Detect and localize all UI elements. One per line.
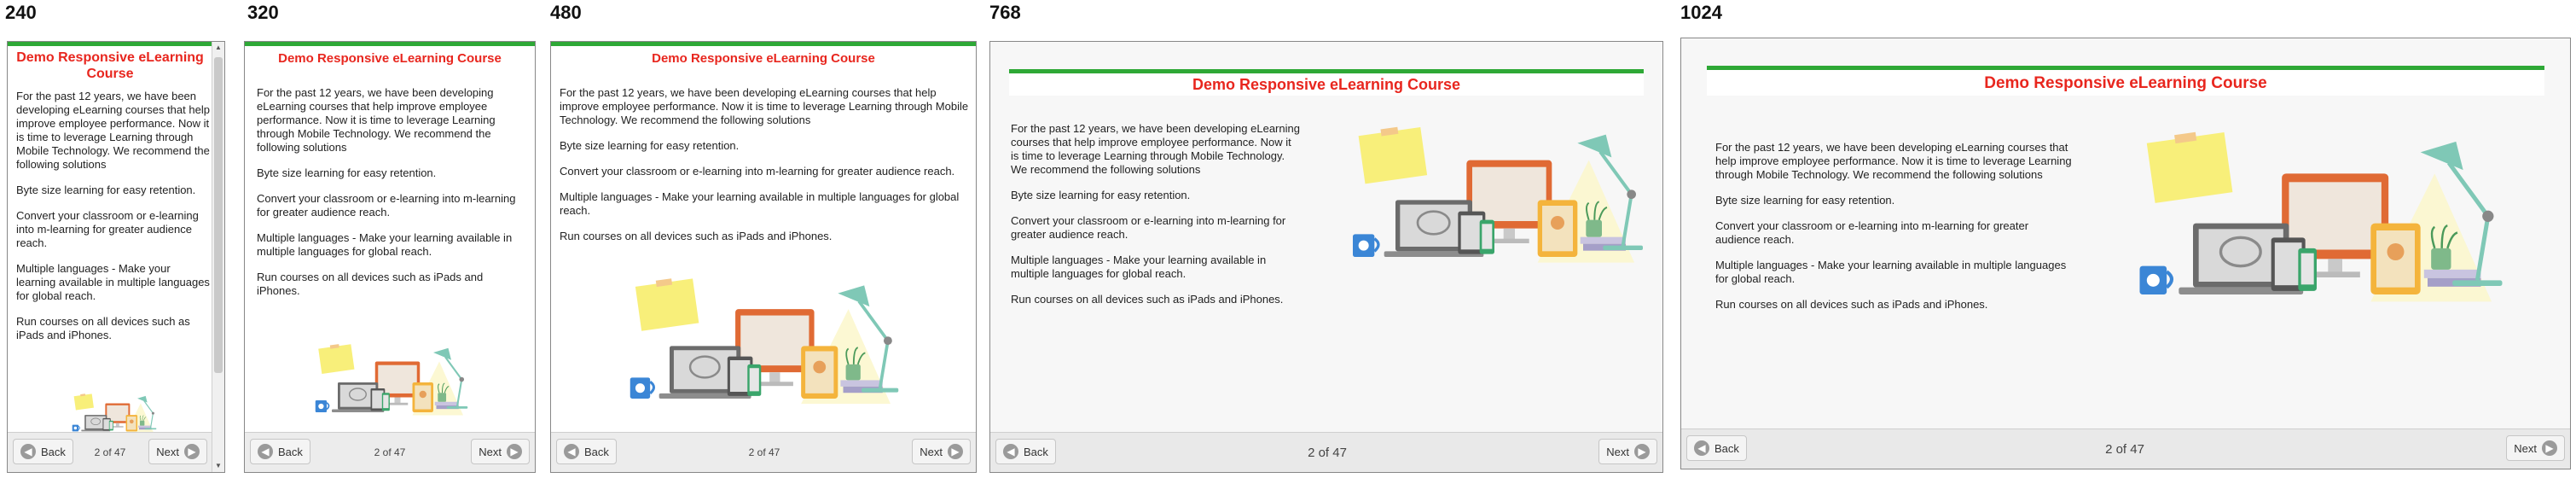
bullet-m-learning: Convert your classroom or e-learning int… (560, 165, 955, 178)
devices-illustration (560, 272, 969, 430)
scroll-up-arrow-icon[interactable]: ▲ (212, 42, 224, 54)
back-label: Back (278, 445, 303, 458)
course-title: Demo Responsive eLearning Course (652, 51, 875, 66)
devices-illustration (257, 341, 526, 430)
back-button[interactable]: ◀ Back (13, 439, 73, 464)
preview-frame-768: Demo Responsive eLearning Course For the… (989, 41, 1663, 473)
bullet-devices: Run courses on all devices such as iPads… (257, 271, 484, 297)
next-label: Next (2514, 441, 2537, 455)
arrow-left-circle-icon: ◀ (1694, 440, 1709, 456)
arrow-left-circle-icon: ◀ (258, 444, 273, 459)
bullet-m-learning: Convert your classroom or e-learning int… (16, 209, 199, 249)
bullet-devices: Run courses on all devices such as iPads… (16, 315, 190, 341)
nav-footer: ◀ Back 2 of 47 Next ▶ (8, 432, 212, 472)
next-button[interactable]: Next ▶ (2506, 435, 2565, 461)
back-label: Back (41, 445, 66, 458)
course-content: For the past 12 years, we have been deve… (16, 90, 211, 401)
arrow-left-circle-icon: ◀ (1003, 444, 1018, 459)
bullet-byte-size: Byte size learning for easy retention. (1011, 189, 1191, 201)
next-label: Next (156, 445, 179, 458)
intro-paragraph: For the past 12 years, we have been deve… (1011, 122, 1300, 176)
next-button[interactable]: Next ▶ (148, 439, 207, 464)
preview-frame-480: Demo Responsive eLearning Course For the… (550, 41, 977, 473)
page-indicator: 2 of 47 (374, 446, 406, 458)
breakpoint-label-480: 480 (550, 2, 582, 23)
course-title: Demo Responsive eLearning Course (1984, 74, 2267, 92)
vertical-scrollbar[interactable]: ▲ ▼ (212, 42, 224, 472)
page-indicator: 2 of 47 (1308, 445, 1347, 460)
back-label: Back (1714, 441, 1739, 455)
back-button[interactable]: ◀ Back (995, 439, 1056, 464)
bullet-byte-size: Byte size learning for easy retention. (560, 139, 740, 152)
arrow-right-circle-icon: ▶ (948, 444, 963, 459)
bullet-m-learning: Convert your classroom or e-learning int… (1011, 214, 1286, 241)
course-title: Demo Responsive eLearning Course (1192, 76, 1461, 93)
bullet-languages: Multiple languages - Make your learning … (16, 262, 210, 302)
scrollbar-thumb[interactable] (214, 57, 223, 373)
course-content: For the past 12 years, we have been deve… (257, 86, 526, 351)
bullet-languages: Multiple languages - Make your learning … (1011, 254, 1267, 280)
back-label: Back (1024, 445, 1048, 458)
breakpoint-label-320: 320 (247, 2, 279, 23)
breakpoint-label-1024: 1024 (1680, 2, 1722, 23)
back-label: Back (584, 445, 609, 458)
arrow-right-circle-icon: ▶ (1634, 444, 1650, 459)
preview-frame-320: Demo Responsive eLearning Course For the… (244, 41, 536, 473)
back-button[interactable]: ◀ Back (250, 439, 310, 464)
bullet-m-learning: Convert your classroom or e-learning int… (257, 192, 516, 219)
bullet-byte-size: Byte size learning for easy retention. (257, 166, 437, 179)
nav-footer: ◀ Back 2 of 47 Next ▶ (990, 432, 1662, 472)
breakpoint-label-240: 240 (5, 2, 37, 23)
bullet-byte-size: Byte size learning for easy retention. (16, 184, 196, 196)
course-title: Demo Responsive eLearning Course (16, 50, 204, 81)
back-button[interactable]: ◀ Back (556, 439, 617, 464)
course-content: For the past 12 years, we have been deve… (1715, 141, 2074, 397)
bullet-devices: Run courses on all devices such as iPads… (1011, 293, 1284, 306)
intro-paragraph: For the past 12 years, we have been deve… (1715, 141, 2072, 181)
preview-frame-240: Demo Responsive eLearning Course For the… (7, 41, 225, 473)
scroll-down-arrow-icon[interactable]: ▼ (212, 460, 224, 472)
arrow-right-circle-icon: ▶ (184, 444, 200, 459)
arrow-left-circle-icon: ◀ (564, 444, 579, 459)
preview-frame-1024: Demo Responsive eLearning Course For the… (1680, 38, 2571, 469)
page-indicator: 2 of 47 (2105, 441, 2144, 457)
devices-illustration (2099, 124, 2543, 337)
nav-footer: ◀ Back 2 of 47 Next ▶ (245, 432, 535, 472)
nav-footer: ◀ Back 2 of 47 Next ▶ (1681, 428, 2570, 469)
arrow-right-circle-icon: ▶ (2542, 440, 2557, 456)
arrow-right-circle-icon: ▶ (507, 444, 522, 459)
devices-illustration (1344, 120, 1651, 291)
page-indicator: 2 of 47 (748, 446, 780, 458)
bullet-m-learning: Convert your classroom or e-learning int… (1715, 219, 2029, 246)
next-label: Next (920, 445, 943, 458)
bullet-byte-size: Byte size learning for easy retention. (1715, 194, 1895, 207)
next-button[interactable]: Next ▶ (1598, 439, 1657, 464)
bullet-languages: Multiple languages - Make your learning … (257, 231, 513, 258)
arrow-left-circle-icon: ◀ (20, 444, 36, 459)
next-button[interactable]: Next ▶ (471, 439, 530, 464)
back-button[interactable]: ◀ Back (1686, 435, 1747, 461)
next-label: Next (1606, 445, 1629, 458)
bullet-languages: Multiple languages - Make your learning … (1715, 259, 2067, 285)
course-content: For the past 12 years, we have been deve… (1011, 122, 1301, 404)
intro-paragraph: For the past 12 years, we have been deve… (560, 86, 969, 126)
next-label: Next (479, 445, 502, 458)
breakpoint-label-768: 768 (989, 2, 1021, 23)
next-button[interactable]: Next ▶ (912, 439, 971, 464)
intro-paragraph: For the past 12 years, we have been deve… (257, 86, 496, 154)
bullet-devices: Run courses on all devices such as iPads… (1715, 298, 1988, 311)
course-title: Demo Responsive eLearning Course (278, 51, 502, 66)
nav-footer: ◀ Back 2 of 47 Next ▶ (551, 432, 976, 472)
bullet-devices: Run courses on all devices such as iPads… (560, 230, 833, 242)
intro-paragraph: For the past 12 years, we have been deve… (16, 90, 210, 171)
page-indicator: 2 of 47 (94, 446, 126, 458)
bullet-languages: Multiple languages - Make your learning … (560, 190, 960, 217)
